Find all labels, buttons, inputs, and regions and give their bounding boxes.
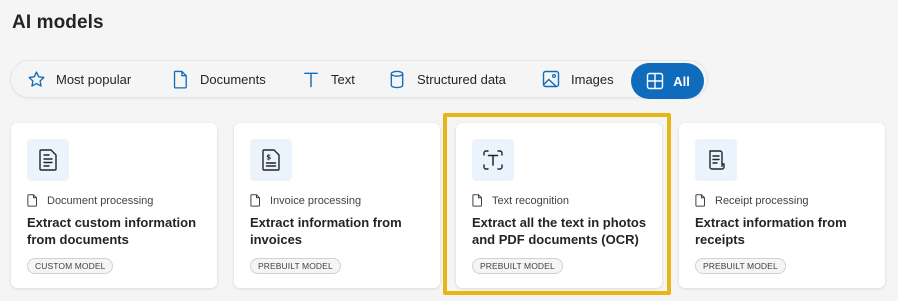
filter-structured-data[interactable]: Structured data xyxy=(387,61,506,97)
database-icon xyxy=(387,69,407,89)
filter-label: Images xyxy=(571,71,614,87)
card-category-label: Text recognition xyxy=(492,194,570,207)
filter-bar: Most popular Documents Text Structured d… xyxy=(10,60,708,99)
document-icon xyxy=(472,194,484,207)
document-icon xyxy=(695,194,707,207)
document-text-icon xyxy=(27,139,69,181)
card-category: Receipt processing xyxy=(695,194,809,207)
text-icon xyxy=(301,69,321,89)
filter-label: Most popular xyxy=(56,71,132,87)
filter-all[interactable]: All xyxy=(631,63,704,99)
svg-text:$: $ xyxy=(266,154,271,162)
model-card-document-processing[interactable]: Document processing Extract custom infor… xyxy=(11,123,217,288)
receipt-icon xyxy=(695,139,737,181)
card-category: Invoice processing xyxy=(250,194,361,207)
card-title: Extract information from receipts xyxy=(695,215,847,247)
page-title: AI models xyxy=(12,12,104,33)
document-icon xyxy=(27,194,39,207)
filter-text[interactable]: Text xyxy=(301,61,355,97)
filter-most-popular[interactable]: Most popular xyxy=(26,61,131,97)
card-title: Extract information from invoices xyxy=(250,215,402,247)
model-card-invoice-processing[interactable]: $ Invoice processing Extract information… xyxy=(234,123,440,288)
model-type-badge: PREBUILT MODEL xyxy=(250,258,341,274)
filter-label: All xyxy=(673,73,690,89)
card-category: Text recognition xyxy=(472,194,569,207)
card-title: Extract all the text in photos and PDF d… xyxy=(472,215,647,247)
text-recognition-icon xyxy=(472,139,514,181)
invoice-icon: $ xyxy=(250,139,292,181)
card-category: Document processing xyxy=(27,194,153,207)
card-category-label: Invoice processing xyxy=(270,194,362,207)
model-type-badge: PREBUILT MODEL xyxy=(472,258,563,274)
model-card-receipt-processing[interactable]: Receipt processing Extract information f… xyxy=(679,123,885,288)
filter-documents[interactable]: Documents xyxy=(170,61,266,97)
grid-icon xyxy=(645,71,665,91)
card-title: Extract custom information from document… xyxy=(27,215,197,247)
card-category-label: Receipt processing xyxy=(715,194,809,207)
filter-images[interactable]: Images xyxy=(541,61,614,97)
image-icon xyxy=(541,69,561,89)
filter-label: Structured data xyxy=(417,71,506,87)
filter-label: Text xyxy=(331,71,355,87)
star-icon xyxy=(26,69,46,89)
filter-label: Documents xyxy=(200,71,266,87)
document-icon xyxy=(250,194,262,207)
model-card-text-recognition[interactable]: Text recognition Extract all the text in… xyxy=(456,123,662,288)
card-category-label: Document processing xyxy=(47,194,154,207)
document-icon xyxy=(170,69,190,89)
model-type-badge: PREBUILT MODEL xyxy=(695,258,786,274)
model-type-badge: CUSTOM MODEL xyxy=(27,258,114,274)
